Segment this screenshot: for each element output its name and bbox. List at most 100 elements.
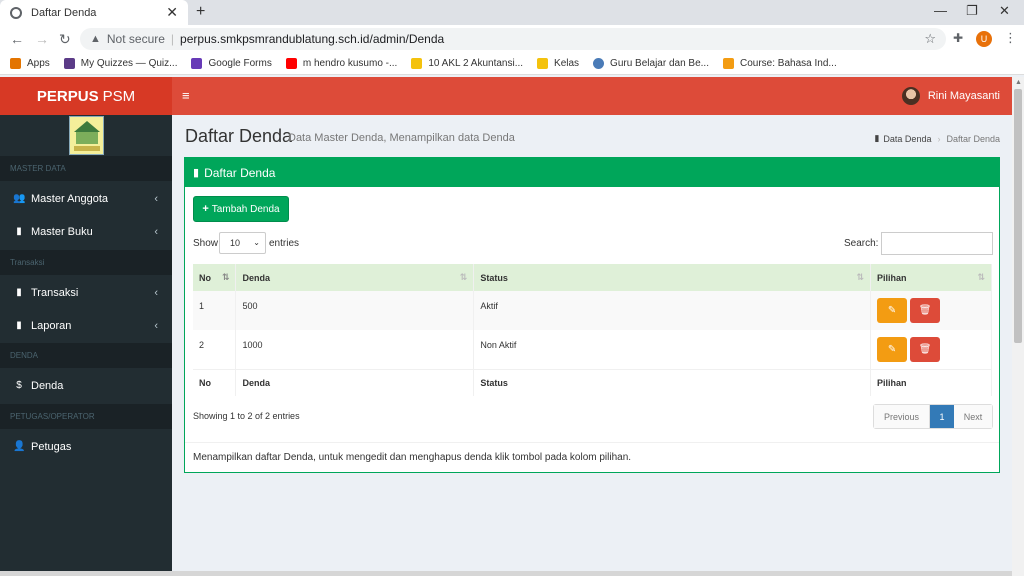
delete-button[interactable]: 🗑 bbox=[910, 337, 941, 362]
entries-label: entries bbox=[269, 238, 300, 249]
table-header-row: No ⇅ Denda ⇅ Status ⇅ Pilihan ⇅ bbox=[193, 264, 992, 291]
bookmark-item[interactable]: 10 AKL 2 Akuntansi... bbox=[411, 58, 523, 69]
user-name: Rini Mayasanti bbox=[927, 90, 1000, 102]
users-icon: 👥 bbox=[13, 193, 26, 204]
user-menu[interactable]: Rini Mayasanti bbox=[901, 87, 1000, 105]
tambah-denda-button[interactable]: + Tambah Denda bbox=[193, 196, 289, 222]
footer-status: Status bbox=[473, 368, 872, 396]
close-tab-icon[interactable]: ✕ bbox=[166, 4, 178, 21]
footer-denda: Denda bbox=[235, 368, 475, 396]
trash-icon: 🗑 bbox=[918, 305, 932, 316]
sidebar-item-petugas[interactable]: 👤 Petugas bbox=[0, 430, 172, 463]
moodle-icon bbox=[723, 58, 734, 69]
tab-title: Daftar Denda bbox=[31, 6, 97, 19]
scrollbar-thumb[interactable] bbox=[1014, 89, 1022, 343]
denda-table: No ⇅ Denda ⇅ Status ⇅ Pilihan ⇅ 1 500 Aktif … bbox=[193, 264, 992, 396]
sidebar-section-transaksi: Transaksi bbox=[0, 250, 172, 275]
browser-tab[interactable]: Daftar Denda ✕ bbox=[0, 0, 188, 25]
bookmark-item[interactable]: My Quizzes — Quiz... bbox=[63, 58, 177, 69]
chevron-left-icon: ‹ bbox=[154, 319, 158, 332]
chevron-left-icon: ‹ bbox=[154, 192, 158, 205]
bookmark-item[interactable]: Course: Bahasa Ind... bbox=[723, 58, 837, 69]
top-navbar: ≡ Rini Mayasanti bbox=[172, 77, 1012, 115]
apps-grid-icon bbox=[10, 58, 21, 69]
menu-toggle-icon[interactable]: ≡ bbox=[182, 88, 190, 103]
back-icon[interactable]: ← bbox=[10, 31, 24, 47]
bookmarks-bar: Apps My Quizzes — Quiz... Google Forms m… bbox=[0, 53, 1024, 75]
next-page-button[interactable]: Next bbox=[954, 405, 992, 428]
sidebar-item-transaksi[interactable]: ▮ Transaksi ‹ bbox=[0, 276, 172, 309]
cell-denda: 1000 bbox=[235, 330, 475, 369]
breadcrumb-link[interactable]: Data Denda bbox=[883, 134, 931, 144]
show-label: Show bbox=[193, 238, 219, 249]
sort-icon: ⇅ bbox=[977, 272, 985, 282]
minimize-icon[interactable]: — bbox=[934, 3, 947, 18]
app-logo[interactable]: PERPUS PSM bbox=[0, 77, 172, 115]
chevron-left-icon: ‹ bbox=[154, 225, 158, 238]
avatar bbox=[901, 87, 920, 105]
vertical-scrollbar[interactable]: ▲ bbox=[1012, 77, 1024, 576]
book-icon: ▮ bbox=[16, 226, 22, 237]
browser-menu-icon[interactable]: ⋮ bbox=[1004, 30, 1017, 46]
sidebar: MASTER DATA 👥 Master Anggota ‹ ▮ Master … bbox=[0, 115, 172, 576]
cell-no: 1 bbox=[193, 291, 237, 330]
sidebar-section-master-data: MASTER DATA bbox=[0, 156, 172, 181]
plus-icon: + bbox=[202, 203, 209, 215]
previous-page-button[interactable]: Previous bbox=[874, 405, 930, 428]
column-header-pilihan[interactable]: Pilihan ⇅ bbox=[870, 264, 992, 291]
reload-icon[interactable]: ↻ bbox=[59, 31, 71, 48]
bookmark-item[interactable]: Google Forms bbox=[191, 58, 272, 69]
school-logo bbox=[69, 116, 104, 155]
quizizz-icon bbox=[63, 58, 75, 69]
bookmark-item[interactable]: Guru Belajar dan Be... bbox=[593, 58, 709, 69]
column-header-status[interactable]: Status ⇅ bbox=[473, 264, 872, 291]
sidebar-section-petugas: PETUGAS/OPERATOR bbox=[0, 404, 172, 429]
profile-avatar[interactable]: U bbox=[976, 31, 992, 47]
sidebar-item-laporan[interactable]: ▮ Laporan ‹ bbox=[0, 309, 172, 342]
breadcrumb: ▮ Data Denda › Daftar Denda bbox=[874, 133, 1000, 144]
box-title: Daftar Denda bbox=[204, 165, 276, 180]
book-icon: ▮ bbox=[874, 133, 880, 143]
search-label: Search: bbox=[844, 238, 879, 249]
guru-icon bbox=[593, 58, 605, 69]
google-forms-icon bbox=[191, 58, 203, 69]
address-bar: ← → ↻ ▲ Not secure | perpus.smkpsmrandub… bbox=[0, 25, 1024, 53]
trash-icon: 🗑 bbox=[918, 344, 932, 355]
edit-button[interactable]: ✎ bbox=[877, 337, 908, 362]
user-plus-icon: 👤 bbox=[13, 441, 26, 452]
page-subtitle: Data Master Denda, Menampilkan data Dend… bbox=[288, 132, 515, 144]
table-row: 1 500 Aktif ✎ 🗑 bbox=[193, 291, 992, 330]
scroll-up-icon[interactable]: ▲ bbox=[1015, 79, 1022, 86]
bookmark-item[interactable]: m hendro kusumo -... bbox=[285, 58, 397, 69]
pagination: Previous 1 Next bbox=[873, 404, 993, 429]
column-header-no[interactable]: No ⇅ bbox=[193, 264, 237, 291]
bookmark-star-icon[interactable]: ☆ bbox=[924, 31, 936, 47]
entries-select[interactable]: 10 ⌄ bbox=[219, 232, 266, 254]
restore-icon[interactable]: ❐ bbox=[966, 3, 978, 19]
search-input[interactable] bbox=[881, 232, 993, 255]
edit-icon: ✎ bbox=[887, 344, 897, 355]
delete-button[interactable]: 🗑 bbox=[910, 298, 941, 323]
edit-button[interactable]: ✎ bbox=[877, 298, 908, 323]
box-footer: Menampilkan daftar Denda, untuk mengedit… bbox=[185, 442, 999, 472]
window-close-icon[interactable]: ✕ bbox=[999, 3, 1010, 19]
column-header-denda[interactable]: Denda ⇅ bbox=[235, 264, 475, 291]
sidebar-item-denda[interactable]: $ Denda bbox=[0, 369, 172, 402]
sidebar-item-master-anggota[interactable]: 👥 Master Anggota ‹ bbox=[0, 182, 172, 215]
page-title: Daftar Denda bbox=[185, 126, 293, 146]
bookmark-item[interactable]: Kelas bbox=[537, 58, 579, 69]
classroom-icon bbox=[537, 58, 549, 69]
sort-asc-icon: ⇅ bbox=[221, 272, 230, 282]
forward-icon[interactable]: → bbox=[35, 31, 49, 47]
cell-status: Non Aktif bbox=[473, 330, 872, 369]
sort-icon: ⇅ bbox=[459, 272, 468, 282]
footer-no: No bbox=[193, 368, 237, 396]
sidebar-item-master-buku[interactable]: ▮ Master Buku ‹ bbox=[0, 215, 172, 248]
url-input[interactable]: ▲ Not secure | perpus.smkpsmrandublatung… bbox=[80, 28, 946, 50]
classroom-icon bbox=[411, 58, 423, 69]
new-tab-icon[interactable]: + bbox=[196, 3, 205, 21]
page-1-button[interactable]: 1 bbox=[930, 405, 954, 428]
bookmark-item[interactable]: Apps bbox=[10, 58, 50, 69]
horizontal-scrollbar[interactable] bbox=[0, 571, 1012, 576]
extensions-icon[interactable]: ✚ bbox=[953, 31, 963, 45]
